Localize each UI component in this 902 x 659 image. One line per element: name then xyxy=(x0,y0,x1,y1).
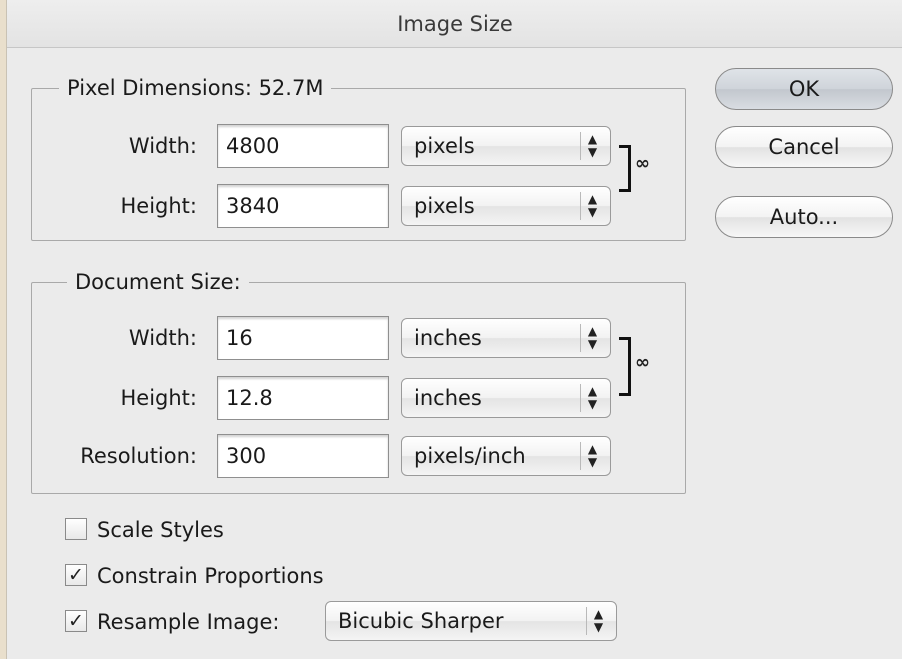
document-height-unit-select[interactable]: inches ▲ ▼ xyxy=(401,378,611,418)
pixel-width-unit-value: pixels xyxy=(414,134,475,158)
document-height-field[interactable]: 12.8 xyxy=(217,376,389,420)
document-height-label: Height: xyxy=(120,386,198,410)
up-down-arrows-icon: ▲ ▼ xyxy=(580,442,604,470)
resolution-label: Resolution: xyxy=(80,444,197,468)
chain-link-icon[interactable]: ∞ xyxy=(635,153,650,174)
pixel-width-field[interactable]: 4800 xyxy=(217,124,389,168)
resample-method-select[interactable]: Bicubic Sharper ▲ ▼ xyxy=(325,601,617,641)
resample-image-checkbox[interactable]: ✓ xyxy=(65,610,87,632)
pixel-link-bracket xyxy=(619,145,631,192)
up-down-arrows-icon: ▲ ▼ xyxy=(580,324,604,352)
auto-button[interactable]: Auto... xyxy=(715,196,893,238)
pixel-width-unit-select[interactable]: pixels ▲ ▼ xyxy=(401,126,611,166)
document-size-legend: Document Size: xyxy=(67,269,249,295)
pixel-height-label: Height: xyxy=(120,194,198,218)
resolution-field[interactable]: 300 xyxy=(217,434,389,478)
pixel-height-unit-select[interactable]: pixels ▲ ▼ xyxy=(401,186,611,226)
cancel-button[interactable]: Cancel xyxy=(715,126,893,168)
chain-link-icon[interactable]: ∞ xyxy=(635,352,650,373)
resolution-unit-value: pixels/inch xyxy=(414,444,526,468)
dialog-title: Image Size xyxy=(7,0,902,48)
document-link-bracket xyxy=(619,337,631,396)
pixel-height-unit-value: pixels xyxy=(414,194,475,218)
document-width-label: Width: xyxy=(128,326,197,350)
pixel-width-label: Width: xyxy=(128,134,197,158)
resample-method-value: Bicubic Sharper xyxy=(338,609,504,633)
document-height-unit-value: inches xyxy=(414,386,482,410)
ok-button[interactable]: OK xyxy=(715,68,893,110)
scale-styles-checkbox[interactable] xyxy=(65,518,87,540)
up-down-arrows-icon: ▲ ▼ xyxy=(586,607,610,635)
up-down-arrows-icon: ▲ ▼ xyxy=(580,192,604,220)
scale-styles-label: Scale Styles xyxy=(97,518,224,542)
constrain-proportions-label: Constrain Proportions xyxy=(97,564,324,588)
checkmark-icon: ✓ xyxy=(68,610,84,632)
resolution-unit-select[interactable]: pixels/inch ▲ ▼ xyxy=(401,436,611,476)
constrain-proportions-checkbox[interactable]: ✓ xyxy=(65,564,87,586)
document-width-unit-select[interactable]: inches ▲ ▼ xyxy=(401,318,611,358)
up-down-arrows-icon: ▲ ▼ xyxy=(580,132,604,160)
checkmark-icon: ✓ xyxy=(68,564,84,586)
up-down-arrows-icon: ▲ ▼ xyxy=(580,384,604,412)
pixel-height-field[interactable]: 3840 xyxy=(217,184,389,228)
document-width-field[interactable]: 16 xyxy=(217,316,389,360)
pixel-dimensions-legend: Pixel Dimensions: 52.7M xyxy=(59,75,332,101)
image-size-dialog: Image Size Pixel Dimensions: 52.7M Width… xyxy=(6,0,902,659)
resample-image-label: Resample Image: xyxy=(97,610,280,634)
document-width-unit-value: inches xyxy=(414,326,482,350)
